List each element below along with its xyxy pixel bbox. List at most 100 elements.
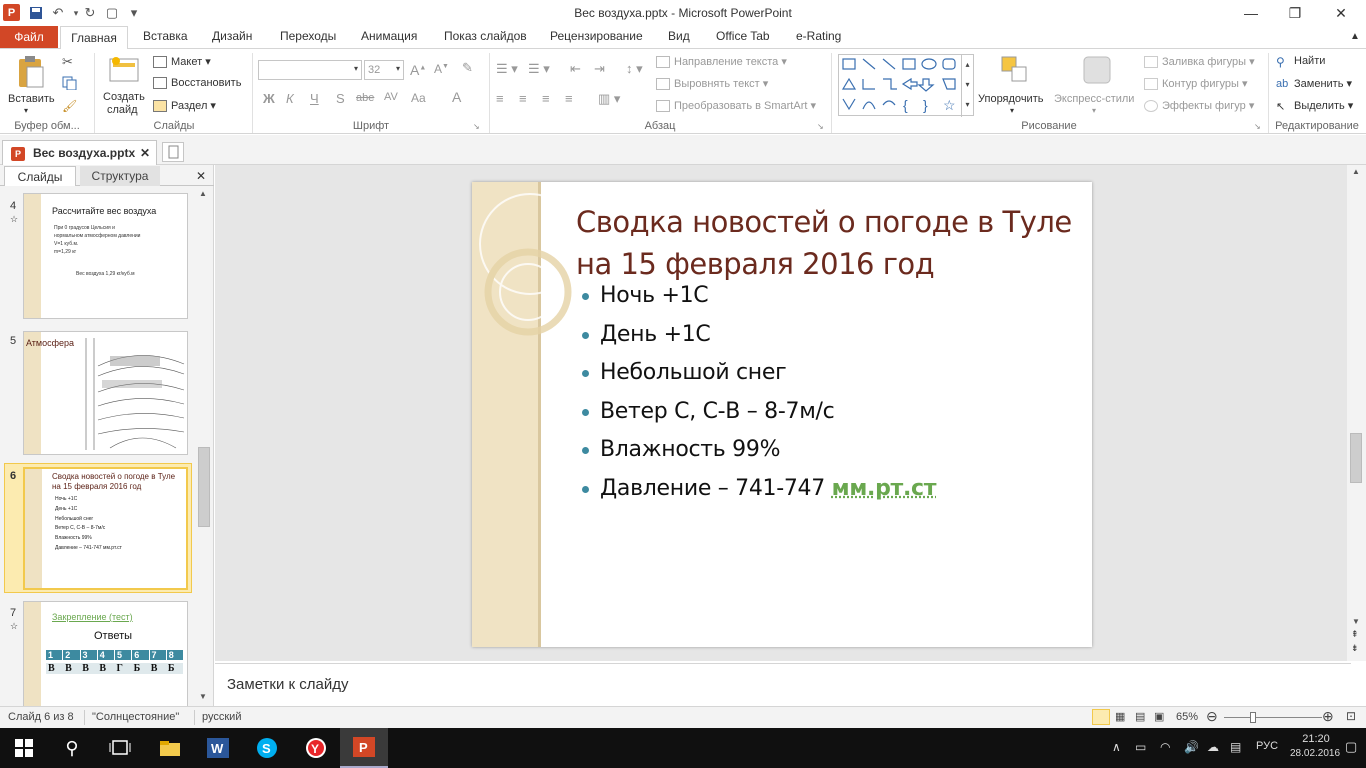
- zoom-in-icon[interactable]: ⊕: [1322, 708, 1334, 725]
- close-tab-icon[interactable]: ✕: [140, 146, 150, 160]
- theme-name[interactable]: "Солнцестояние": [92, 711, 179, 723]
- reading-view-icon[interactable]: ▤: [1135, 710, 1145, 723]
- align-left-icon[interactable]: ≡: [496, 91, 504, 106]
- tab-transitions[interactable]: Переходы: [280, 29, 336, 43]
- cut-icon[interactable]: ✂: [62, 54, 73, 70]
- align-text-button[interactable]: Выровнять текст ▾: [656, 77, 768, 91]
- slide-canvas[interactable]: Сводка новостей о погоде в Туле на 15 фе…: [472, 182, 1092, 647]
- reset-button[interactable]: Восстановить: [153, 77, 241, 90]
- smartart-button[interactable]: Преобразовать в SmartArt ▾: [656, 99, 816, 113]
- slideshow-icon[interactable]: ▣: [1154, 710, 1164, 723]
- format-painter-icon[interactable]: 🖌: [62, 99, 77, 113]
- align-center-icon[interactable]: ≡: [519, 91, 527, 106]
- tab-home[interactable]: Главная: [60, 26, 128, 49]
- language-indicator[interactable]: русский: [202, 711, 241, 723]
- clock-time[interactable]: 21:20: [1294, 733, 1338, 745]
- text-direction-button[interactable]: Направление текста ▾: [656, 55, 787, 69]
- zoom-slider[interactable]: [1224, 717, 1322, 718]
- paste-button[interactable]: Вставить ▾: [4, 53, 56, 115]
- select-button[interactable]: ↖ Выделить ▾: [1276, 99, 1353, 113]
- next-slide-icon[interactable]: ⇟: [1351, 643, 1359, 654]
- slide-bullet-list[interactable]: Ночь +1С День +1С Небольшой снег Ветер С…: [582, 283, 937, 514]
- tab-review[interactable]: Рецензирование: [550, 29, 643, 43]
- justify-icon[interactable]: ≡: [565, 91, 573, 106]
- minimize-button[interactable]: —: [1228, 0, 1274, 26]
- tab-slides[interactable]: Слайды: [4, 166, 76, 186]
- close-pane-icon[interactable]: ✕: [192, 166, 210, 186]
- tab-outline[interactable]: Структура: [80, 166, 160, 186]
- tab-animation[interactable]: Анимация: [361, 29, 417, 43]
- decrease-indent-icon[interactable]: ⇤: [570, 61, 581, 77]
- previous-slide-icon[interactable]: ⇞: [1351, 629, 1359, 640]
- italic-button[interactable]: К: [286, 91, 294, 106]
- word-icon[interactable]: W: [194, 728, 242, 768]
- tab-slideshow[interactable]: Показ слайдов: [444, 29, 527, 43]
- increase-indent-icon[interactable]: ⇥: [594, 61, 605, 77]
- notes-pane[interactable]: Заметки к слайду: [215, 663, 1351, 706]
- tab-office-tab[interactable]: Office Tab: [716, 29, 770, 43]
- volume-icon[interactable]: 🔊: [1184, 740, 1199, 754]
- zoom-level[interactable]: 65%: [1176, 711, 1198, 723]
- wifi-icon[interactable]: ◠: [1160, 740, 1170, 754]
- ribbon-collapse-icon[interactable]: ▲: [1350, 31, 1360, 42]
- arrange-button[interactable]: Упорядочить ▾: [978, 53, 1050, 117]
- zoom-out-icon[interactable]: ⊖: [1206, 708, 1218, 725]
- clear-format-icon[interactable]: ✎: [462, 60, 473, 76]
- new-tab-icon[interactable]: [162, 142, 184, 162]
- align-right-icon[interactable]: ≡: [542, 91, 550, 106]
- tab-e-rating[interactable]: e-Rating: [796, 29, 841, 43]
- replace-button[interactable]: ab Заменить ▾: [1276, 77, 1352, 90]
- paragraph-dialog-launcher-icon[interactable]: ↘: [817, 122, 824, 131]
- tab-insert[interactable]: Вставка: [143, 29, 188, 43]
- slide-sorter-icon[interactable]: ▦: [1115, 710, 1125, 723]
- show-hidden-icons[interactable]: ∧: [1112, 740, 1121, 754]
- shadow-button[interactable]: S: [336, 91, 345, 106]
- strikethrough-button[interactable]: abe: [356, 92, 374, 104]
- tab-file[interactable]: Файл: [0, 26, 58, 48]
- clock-date[interactable]: 28.02.2016: [1290, 748, 1340, 759]
- find-button[interactable]: ⚲ Найти: [1276, 55, 1325, 69]
- slide-title[interactable]: Сводка новостей о погоде в Туле на 15 фе…: [576, 201, 1076, 285]
- input-language[interactable]: РУС: [1256, 740, 1278, 752]
- grow-font-icon[interactable]: A▲: [410, 62, 426, 78]
- slide-thumbnail-4[interactable]: Рассчитайте вес воздуха При 0 градусов Ц…: [23, 193, 188, 319]
- shapes-scroll[interactable]: ▴ ▾ ▾: [961, 55, 973, 117]
- file-explorer-icon[interactable]: [146, 728, 194, 768]
- start-button[interactable]: [0, 728, 48, 768]
- bullets-icon[interactable]: ☰ ▾: [496, 61, 518, 77]
- scroll-down-icon[interactable]: ▼: [199, 692, 207, 701]
- zoom-slider-thumb[interactable]: [1250, 712, 1256, 723]
- scroll-up-icon[interactable]: ▲: [1352, 167, 1360, 176]
- slide-thumbnail-7[interactable]: Закрепление (тест) Ответы 1 2 3 4 5 6 7 …: [23, 601, 188, 706]
- powerpoint-taskbar-icon[interactable]: P: [340, 728, 388, 768]
- tab-view[interactable]: Вид: [668, 29, 690, 43]
- bold-button[interactable]: Ж: [263, 91, 275, 106]
- slides-pane-scrollbar[interactable]: ▲ ▼: [197, 187, 211, 706]
- action-center-icon[interactable]: ▢: [1345, 739, 1357, 755]
- slide-thumbnail-5[interactable]: Атмосфера: [23, 331, 188, 455]
- columns-icon[interactable]: ▥ ▾: [598, 91, 620, 107]
- new-slide-button[interactable]: Создать слайд: [100, 53, 150, 117]
- search-icon[interactable]: ⚲: [48, 728, 96, 768]
- scrollbar-thumb[interactable]: [1350, 433, 1362, 483]
- quick-styles-button[interactable]: Экспресс-стили ▾: [1054, 53, 1138, 117]
- numbering-icon[interactable]: ☰ ▾: [528, 61, 550, 77]
- maximize-button[interactable]: ❐: [1272, 0, 1318, 26]
- shape-fill-button[interactable]: Заливка фигуры ▾: [1144, 55, 1255, 69]
- layout-button[interactable]: Макет ▾: [153, 55, 211, 69]
- battery-icon[interactable]: ▭: [1135, 740, 1146, 754]
- yandex-browser-icon[interactable]: Y: [292, 728, 340, 768]
- shapes-gallery[interactable]: {} ☆ ▴ ▾ ▾: [838, 54, 974, 117]
- font-size-combo[interactable]: 32 ▾: [364, 60, 404, 80]
- scroll-down-icon[interactable]: ▼: [1352, 617, 1360, 626]
- notification-app-icon[interactable]: ☁: [1207, 740, 1219, 754]
- copy-icon[interactable]: [62, 76, 78, 93]
- line-spacing-icon[interactable]: ↕ ▾: [626, 61, 643, 77]
- scroll-up-icon[interactable]: ▲: [199, 189, 207, 198]
- font-dialog-launcher-icon[interactable]: ↘: [473, 122, 480, 131]
- shape-outline-button[interactable]: Контур фигуры ▾: [1144, 77, 1248, 91]
- font-name-combo[interactable]: ▾: [258, 60, 362, 80]
- scrollbar-thumb[interactable]: [198, 447, 210, 527]
- close-button[interactable]: ✕: [1318, 0, 1364, 26]
- char-spacing-button[interactable]: AV: [384, 91, 398, 103]
